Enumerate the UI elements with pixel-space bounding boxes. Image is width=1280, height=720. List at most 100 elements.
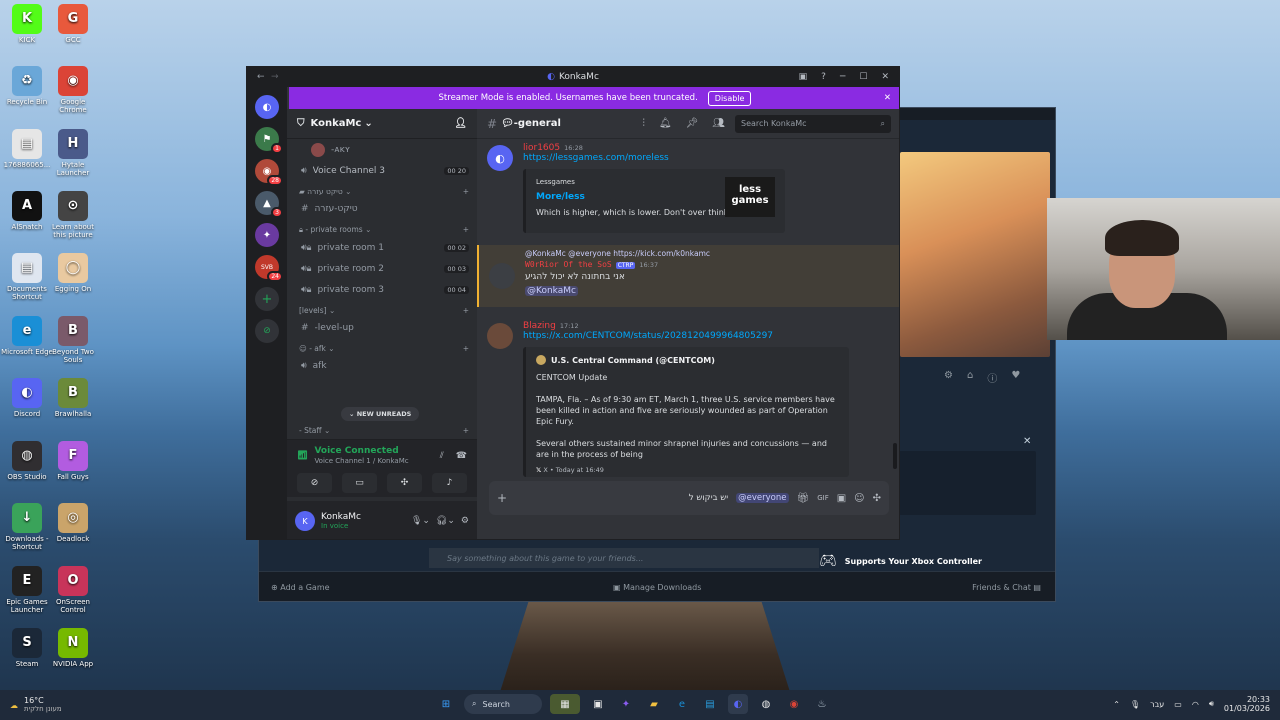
channel-item-voice-3[interactable]: 🔊︎ Voice Channel 3 00 20	[287, 160, 477, 181]
info-icon[interactable]: ⓘ	[987, 370, 997, 385]
microphone-icon[interactable]: 🎙︎⌄	[411, 516, 430, 526]
noise-suppression-icon[interactable]: ⫽	[440, 451, 444, 461]
emoji-icon[interactable]: ☺	[854, 493, 864, 504]
copilot-icon[interactable]: ✦	[616, 694, 636, 714]
add-member-icon[interactable]: 👤︎	[454, 118, 467, 129]
category-staff[interactable]: - Staff ⌄ +	[287, 420, 477, 437]
add-channel-icon[interactable]: +	[463, 225, 469, 235]
channel-item-private-1[interactable]: 🔊︎🔒︎ private room 1 00 02	[287, 237, 477, 258]
bell-icon[interactable]: 🔔︎	[659, 118, 672, 129]
channel-item-private-2[interactable]: 🔊︎🔒︎ private room 2 00 03	[287, 258, 477, 279]
disconnect-icon[interactable]: ☎	[456, 451, 467, 461]
edge-icon[interactable]: e	[672, 694, 692, 714]
desktop-icon-onscreen-control[interactable]: O OnScreen Control	[46, 566, 100, 614]
explore-icon[interactable]: ⊘	[255, 319, 279, 343]
category-afk[interactable]: ☺ - afk ⌄ +	[287, 338, 477, 355]
scrollbar[interactable]	[893, 443, 897, 469]
desktop-icon-deadlock[interactable]: ◎ Deadlock	[46, 503, 100, 543]
discord-taskbar-icon[interactable]: ◐	[728, 694, 748, 714]
channel-item-ticket[interactable]: # טיקט-עזרה	[287, 198, 477, 219]
avatar[interactable]: K	[295, 511, 315, 531]
category-ticket[interactable]: ▰ טיקט עזרה ⌄ +	[287, 181, 477, 198]
add-channel-icon[interactable]: +	[463, 306, 469, 315]
camera-off-button[interactable]: ⊘	[297, 473, 332, 493]
clock[interactable]: 20:33 01/03/2026	[1224, 695, 1270, 713]
battery-icon[interactable]: ▭	[1174, 700, 1182, 709]
taskbar-search[interactable]: ⌕ Search	[464, 694, 542, 714]
channel-item-akz[interactable]: -ᴀᴋʏ	[287, 139, 477, 160]
add-channel-icon[interactable]: +	[463, 426, 469, 435]
desktop-icon-hytale-launcher[interactable]: H Hytale Launcher	[46, 129, 100, 177]
channel-item-level-up[interactable]: # -level-up	[287, 317, 477, 338]
chevron-up-icon[interactable]: ⌃	[1113, 700, 1120, 709]
minimize-icon[interactable]: ─	[840, 72, 845, 82]
friends-chat-button[interactable]: Friends & Chat ▤	[972, 583, 1041, 592]
server-icon[interactable]: ✦	[255, 223, 279, 247]
members-icon[interactable]: 👥︎	[712, 118, 725, 129]
desktop-icon-beyond-two-souls[interactable]: B Beyond Two Souls	[46, 316, 100, 364]
gift-icon[interactable]: 🎁︎	[797, 493, 810, 504]
desktop-icon-nvidia-app[interactable]: N NVIDIA App	[46, 628, 100, 668]
manage-downloads-button[interactable]: ▣ Manage Downloads	[613, 583, 701, 592]
add-channel-icon[interactable]: +	[463, 187, 469, 196]
headphones-icon[interactable]: 🎧︎⌄	[436, 516, 455, 526]
desktop-icon-learn-about-this-picture[interactable]: ⊙ Learn about this picture	[46, 191, 100, 239]
add-server-icon[interactable]: +	[255, 287, 279, 311]
server-icon[interactable]: SVB 24	[255, 255, 283, 282]
gear-icon[interactable]: ⚙	[461, 516, 469, 526]
store-icon[interactable]: ▤	[700, 694, 720, 714]
avatar[interactable]: ◐	[487, 145, 513, 171]
file-explorer-icon[interactable]: ▰	[644, 694, 664, 714]
avatar[interactable]	[489, 263, 515, 289]
new-unreads-pill[interactable]: ⌄ NEW UNREADS	[341, 407, 420, 421]
heart-icon[interactable]: ♥	[1011, 370, 1020, 385]
server-icon[interactable]: ▲ 3	[255, 191, 283, 218]
pin-icon[interactable]: 📌︎	[686, 118, 699, 129]
channel-item-private-3[interactable]: 🔊︎🔒︎ private room 3 00 04	[287, 279, 477, 300]
maximize-icon[interactable]: ☐	[859, 72, 867, 82]
server-icon[interactable]: ⚑ 1	[255, 127, 283, 154]
windows-start-icon[interactable]: ⊞	[436, 694, 456, 714]
search-input[interactable]: Search KonkaMc ⌕	[735, 114, 891, 133]
desktop-icon-google-chrome[interactable]: ◉ Google Chrome	[46, 66, 100, 114]
add-attachment-icon[interactable]: +	[497, 491, 507, 505]
close-icon[interactable]: ✕	[881, 72, 889, 82]
screen-share-button[interactable]: ▭	[342, 473, 377, 493]
steam-icon[interactable]: ♨	[812, 694, 832, 714]
desktop-icon-gcc[interactable]: G GCC	[46, 4, 100, 44]
desktop-icon-brawlhalla[interactable]: B Brawlhalla	[46, 378, 100, 418]
microphone-icon[interactable]: 🎙︎	[1130, 700, 1140, 709]
controller-icon[interactable]: ⌂	[967, 370, 973, 385]
server-icon[interactable]: ◐	[255, 95, 279, 119]
category-levels[interactable]: [levels] ⌄ +	[287, 300, 477, 317]
reply-preview[interactable]: @KonkaMc @everyone https://kick.com/k0nk…	[525, 249, 899, 258]
apps-icon[interactable]: ✣	[873, 493, 881, 504]
close-icon[interactable]: ✕	[884, 93, 891, 103]
steam-comment-input[interactable]: Say something about this game to your fr…	[429, 548, 819, 568]
sticker-icon[interactable]: ▣	[837, 493, 846, 504]
chrome-icon[interactable]: ◉	[784, 694, 804, 714]
gif-icon[interactable]: GIF	[817, 494, 829, 502]
obs-icon[interactable]: ◍	[756, 694, 776, 714]
weather-widget[interactable]: ☁ 16°C מעונן חלקית	[10, 696, 62, 714]
add-channel-icon[interactable]: +	[463, 344, 469, 353]
back-arrow-icon[interactable]: ←	[257, 72, 265, 82]
desktop-icon-fall-guys[interactable]: F Fall Guys	[46, 441, 100, 481]
soundboard-button[interactable]: ♪	[432, 473, 467, 493]
avatar[interactable]	[487, 323, 513, 349]
category-private-rooms[interactable]: 🔒︎ - private rooms ⌄ +	[287, 219, 477, 237]
volume-icon[interactable]: 🔊︎	[1209, 699, 1214, 709]
server-icon[interactable]: ◉ 28	[255, 159, 283, 186]
close-icon[interactable]: ✕	[1023, 436, 1031, 447]
inbox-icon[interactable]: ▣	[799, 72, 808, 82]
add-game-button[interactable]: ⊕ Add a Game	[271, 583, 330, 592]
forward-arrow-icon[interactable]: →	[271, 72, 279, 82]
server-header[interactable]: ⛉ KonkaMc ⌄ 👤︎	[287, 109, 477, 139]
task-view-icon[interactable]: ▣	[588, 694, 608, 714]
help-icon[interactable]: ?	[821, 72, 826, 82]
language-indicator[interactable]: עבר	[1150, 700, 1164, 709]
message-input[interactable]: + יש ביקוש ל @everyone 🎁︎ GIF ▣ ☺ ✣	[489, 481, 889, 515]
disable-button[interactable]: Disable	[707, 90, 752, 106]
channel-item-afk[interactable]: 🔊︎ afk	[287, 355, 477, 376]
threads-icon[interactable]: ⫶	[642, 118, 645, 129]
